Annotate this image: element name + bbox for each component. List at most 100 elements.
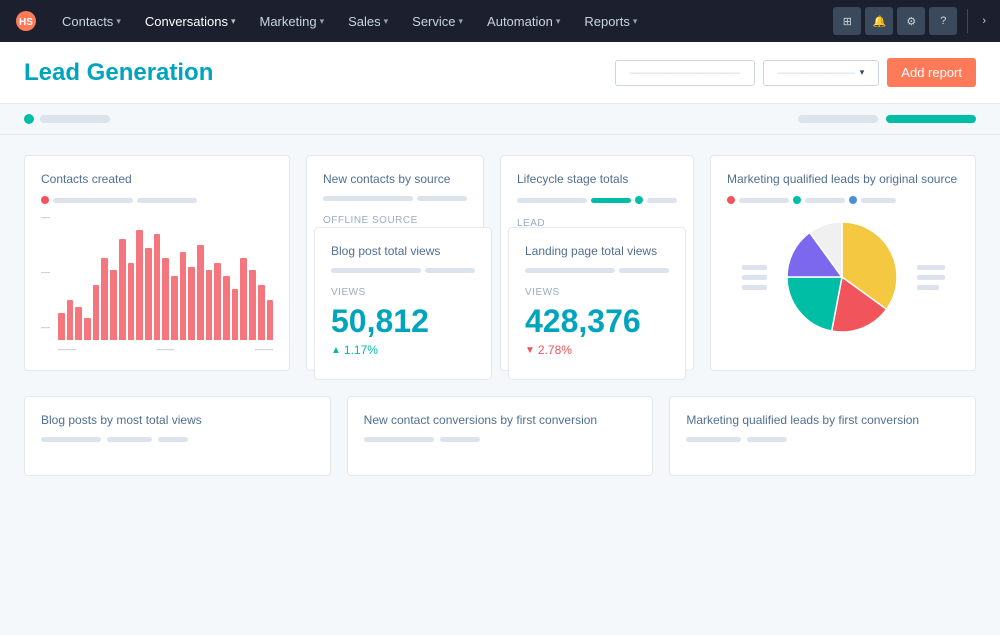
- header-actions: —————————— ——————— ▾ Add report: [615, 58, 976, 87]
- lv-line-1: [525, 268, 615, 273]
- mql-line-1: [739, 198, 789, 203]
- landing-views-subtitle: VIEWS: [525, 287, 669, 298]
- bar: [110, 270, 117, 340]
- nav-bell-icon[interactable]: 🔔: [865, 7, 893, 35]
- lv-line-2: [619, 268, 669, 273]
- blog-views-stat: VIEWS 50,812 ▲ 1.17%: [331, 281, 475, 363]
- top-cards-row: Contacts created — — — —— —— ——: [24, 155, 976, 371]
- bar: [93, 285, 100, 340]
- nc2-line-2: [440, 437, 480, 442]
- landing-views-value: 428,376: [525, 304, 669, 339]
- pie-chart: [777, 212, 907, 342]
- nc-line-1: [323, 196, 413, 201]
- nav-marketing[interactable]: Marketing ▾: [249, 10, 334, 33]
- down-arrow-icon: ▼: [525, 345, 535, 356]
- mql-dot-teal: [793, 196, 801, 204]
- top-navigation: HS Contacts ▾ Conversations ▾ Marketing …: [0, 0, 1000, 42]
- bar: [240, 258, 247, 341]
- date-filter-button[interactable]: ——————————: [615, 60, 755, 86]
- bp-line-2: [107, 437, 152, 442]
- bar: [214, 263, 221, 340]
- contacts-created-title: Contacts created: [41, 172, 273, 186]
- bar: [145, 248, 152, 340]
- landing-views-change: ▼ 2.78%: [525, 343, 669, 357]
- nav-contacts[interactable]: Contacts ▾: [52, 10, 131, 33]
- nav-sales[interactable]: Sales ▾: [338, 10, 398, 33]
- compare-filter-button[interactable]: ——————— ▾: [763, 60, 880, 86]
- pie-left-bar-3: [742, 285, 767, 290]
- bar: [101, 258, 108, 341]
- hubspot-logo[interactable]: HS: [10, 5, 42, 37]
- blog-views-lines: [331, 268, 475, 273]
- chevron-down-icon: ▾: [320, 16, 325, 27]
- pie-left-bar-2: [742, 275, 767, 280]
- mql-conversion-title: Marketing qualified leads by first conve…: [686, 413, 959, 427]
- bar: [84, 318, 91, 340]
- filter-placeholder-2: [798, 115, 878, 123]
- nav-icon-group: ⊞ 🔔 ⚙ ?: [833, 7, 957, 35]
- bar: [206, 270, 213, 340]
- bar: [188, 267, 195, 340]
- nav-expand-icon[interactable]: ›: [978, 11, 990, 31]
- blog-views-subtitle: VIEWS: [331, 287, 475, 298]
- contacts-created-legend: [41, 196, 273, 204]
- nav-reports[interactable]: Reports ▾: [574, 10, 647, 33]
- mql-conversion-card: Marketing qualified leads by first conve…: [669, 396, 976, 476]
- landing-views-stat: VIEWS 428,376 ▼ 2.78%: [525, 281, 669, 363]
- bv-line-2: [425, 268, 475, 273]
- bar: [249, 270, 256, 340]
- bp-line-1: [41, 437, 101, 442]
- main-content: Contacts created — — — —— —— ——: [0, 135, 1000, 512]
- lc-line-1: [517, 198, 587, 203]
- bar-chart: [58, 220, 273, 340]
- pie-right-bar-2: [917, 275, 945, 280]
- nav-grid-icon[interactable]: ⊞: [833, 7, 861, 35]
- nav-divider: [967, 9, 968, 33]
- pie-segment: [787, 277, 842, 331]
- y-label-bot: —: [41, 322, 50, 332]
- filter-dot: [24, 114, 34, 124]
- mql-legend-lines: [727, 196, 959, 204]
- filter-active-tag: [886, 115, 976, 123]
- filter-bar: [0, 104, 1000, 135]
- bottom-cards-row: Blog posts by most total views New conta…: [24, 396, 976, 476]
- nav-gear-icon[interactable]: ⚙: [897, 7, 925, 35]
- chevron-down-icon: ▾: [384, 16, 389, 27]
- mql2-line-1: [686, 437, 741, 442]
- new-contacts-title: New contacts by source: [323, 172, 467, 186]
- nav-automation[interactable]: Automation ▾: [477, 10, 570, 33]
- new-conversions-card: New contact conversions by first convers…: [347, 396, 654, 476]
- bv-line-1: [331, 268, 421, 273]
- bp-line-3: [158, 437, 188, 442]
- new-contacts-lines: [323, 196, 467, 201]
- pie-right-labels: [917, 265, 945, 290]
- blog-posts-card: Blog posts by most total views: [24, 396, 331, 476]
- bar: [267, 300, 274, 340]
- chevron-down-icon: ▾: [459, 16, 464, 27]
- add-report-button[interactable]: Add report: [887, 58, 976, 87]
- bar: [58, 313, 65, 341]
- nav-conversations[interactable]: Conversations ▾: [135, 10, 246, 33]
- bar: [171, 276, 178, 340]
- pie-left-bar-1: [742, 265, 767, 270]
- blog-views-title: Blog post total views: [331, 244, 475, 258]
- mql-conversion-lines: [686, 437, 959, 442]
- mql-line-3: [861, 198, 896, 203]
- new-conversions-lines: [364, 437, 637, 442]
- landing-views-lines: [525, 268, 669, 273]
- pie-left-labels: [742, 265, 767, 290]
- page-header: Lead Generation —————————— ——————— ▾ Add…: [0, 42, 1000, 104]
- blog-views-card: Blog post total views VIEWS 50,812 ▲ 1.1…: [314, 227, 492, 380]
- mql-card: Marketing qualified leads by original so…: [710, 155, 976, 371]
- bar: [258, 285, 265, 340]
- nav-help-icon[interactable]: ?: [929, 7, 957, 35]
- filter-right: [798, 115, 976, 123]
- chevron-down-icon: ▾: [231, 16, 236, 27]
- nav-service[interactable]: Service ▾: [402, 10, 473, 33]
- x-label-2: ——: [157, 344, 175, 354]
- y-label-mid: —: [41, 267, 50, 277]
- bar: [154, 234, 161, 340]
- bar: [180, 252, 187, 340]
- chart-x-labels: —— —— ——: [58, 344, 273, 354]
- blog-posts-title: Blog posts by most total views: [41, 413, 314, 427]
